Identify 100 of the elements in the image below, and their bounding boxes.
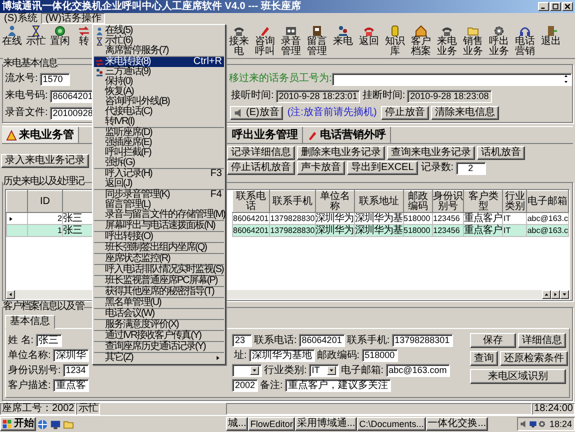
- monitor-icon[interactable]: [50, 418, 61, 430]
- input-field[interactable]: 深圳华为基地: [248, 349, 315, 362]
- monitor-icon[interactable]: [529, 420, 538, 428]
- menu-item[interactable]: 班长监视普通座席PC屏幕(P): [94, 276, 224, 286]
- menu-item[interactable]: 代接电话(C): [94, 107, 224, 117]
- column-header[interactable]: 行业类别: [502, 190, 527, 212]
- taskbar-button[interactable]: C:\Documents...: [357, 417, 426, 431]
- scroll-down-button[interactable]: [560, 290, 569, 299]
- button[interactable]: 来电区域识别: [470, 369, 566, 384]
- column-header[interactable]: 电子邮箱: [526, 190, 568, 212]
- column-header[interactable]: 单位名称: [315, 190, 354, 212]
- menu-item[interactable]: 获得其他座席的秘密指导(T): [94, 287, 224, 297]
- menu-item[interactable]: 通过IVR接收客户传真(Y): [94, 331, 224, 341]
- dropdown-field[interactable]: IT: [308, 364, 339, 377]
- menu-item[interactable]: 呼叫拦截(F): [94, 148, 224, 158]
- tab[interactable]: 电话营销外呼: [303, 127, 391, 143]
- menu-item[interactable]: 屏幕呼出与电话速拨面板(N): [94, 221, 224, 231]
- taskbar-button[interactable]: 采用博域通...: [294, 417, 358, 431]
- gear-icon[interactable]: [538, 420, 546, 428]
- input-field[interactable]: 1234: [62, 364, 89, 377]
- menu-item[interactable]: 黑名单管理(U): [94, 298, 224, 308]
- column-header[interactable]: 邮政编码: [403, 190, 433, 212]
- toolbar-button[interactable]: 记录详细信息: [227, 146, 295, 160]
- taskbar-button[interactable]: 城...: [226, 417, 248, 431]
- menu-item[interactable]: 转IVR(I): [94, 117, 224, 127]
- button[interactable]: 查询: [470, 351, 498, 366]
- column-header[interactable]: 联系地址: [354, 190, 403, 212]
- toolbar-button[interactable]: 来电: [331, 25, 355, 47]
- globe-icon[interactable]: [37, 418, 48, 430]
- button[interactable]: 保存: [470, 333, 516, 348]
- close-button[interactable]: [562, 2, 573, 11]
- menu-item[interactable]: 查询座席历史通话记录(Y): [94, 342, 224, 352]
- menu-item[interactable]: 咨询呼叫外线(B): [94, 97, 224, 107]
- toolbar-button[interactable]: 电话营销: [513, 25, 537, 57]
- tab[interactable]: 呼出业务管理: [228, 127, 303, 143]
- button[interactable]: 详细信息: [518, 333, 566, 348]
- menu-item[interactable]: 监听座席(D): [94, 128, 224, 138]
- input-field[interactable]: abc@163.com: [386, 364, 450, 377]
- menu-item[interactable]: 强拆(G): [94, 158, 224, 168]
- menu-item[interactable]: (S)系统: [0, 13, 42, 24]
- input-field[interactable]: 2: [456, 162, 486, 174]
- input-field[interactable]: 重点客户，建议多关注: [284, 379, 391, 392]
- dropdown-button[interactable]: [326, 366, 336, 375]
- menu-item[interactable]: 留言管理(L): [94, 200, 224, 210]
- menu-item[interactable]: 呼入记录(H) F3: [94, 169, 224, 179]
- speaker-icon[interactable]: [520, 420, 528, 428]
- toolbar-button[interactable]: 留言管理: [305, 25, 329, 57]
- tab[interactable]: 基本信息: [5, 315, 55, 329]
- taskbar-button[interactable]: 一体化交换...: [426, 417, 488, 431]
- menu-item[interactable]: 同步录音管理(K) F4: [94, 190, 224, 200]
- toolbar-button[interactable]: 录音管理: [279, 25, 303, 57]
- toolbar-button[interactable]: 客户档案: [409, 25, 433, 57]
- toolbar-button[interactable]: 停止话机放音: [227, 161, 295, 175]
- menu-item[interactable]: (W)话务操作: [41, 13, 106, 24]
- menu-item[interactable]: 强插座席(E): [94, 138, 224, 148]
- start-button[interactable]: 开始: [0, 417, 36, 431]
- column-header[interactable]: 身份识别号: [432, 190, 464, 212]
- toolbar-button[interactable]: 置闲: [49, 25, 71, 47]
- toolbar-button[interactable]: 声卡放音: [297, 161, 345, 175]
- taskbar-button[interactable]: FlowEditor: [248, 417, 295, 431]
- menu-item[interactable]: 保持(0): [94, 77, 224, 87]
- input-field[interactable]: 2010-9-28 18:23:08: [407, 90, 492, 102]
- toolbar-button[interactable]: 销售业务: [461, 25, 485, 57]
- memo-field[interactable]: [332, 72, 572, 86]
- input-field[interactable]: 13798288301: [392, 334, 453, 347]
- scroll-up-button[interactable]: [542, 290, 551, 299]
- button[interactable]: 还原检索条件: [500, 351, 568, 366]
- dropdown-field[interactable]: [232, 364, 262, 377]
- menu-item[interactable]: 离席暂停服务(7): [94, 46, 224, 56]
- maximize-button[interactable]: [550, 2, 561, 11]
- toolbar-button[interactable]: 在线: [1, 25, 23, 47]
- toolbar-button[interactable]: 话机放音: [477, 146, 525, 160]
- toolbar-button[interactable]: 示忙: [25, 25, 47, 47]
- input-field[interactable]: 1570: [40, 72, 70, 86]
- menu-item[interactable]: 其它(Z): [94, 353, 224, 363]
- menu-item[interactable]: 呼入电话排队情况实时监视(S): [94, 265, 224, 275]
- toolbar-button[interactable]: 呼出业务: [487, 25, 511, 57]
- menu-item[interactable]: 恢复(A): [94, 87, 224, 97]
- menu-item[interactable]: 在线(5): [94, 26, 224, 36]
- input-field[interactable]: 2002: [232, 379, 258, 392]
- menu-item[interactable]: 服务满意度评价(X): [94, 320, 224, 330]
- menu-item[interactable]: 呼出转接(O): [94, 232, 224, 242]
- toolbar-button[interactable]: 接来电: [227, 25, 251, 57]
- tab[interactable]: 来电业务管: [2, 127, 79, 143]
- stop-button[interactable]: 停止放音: [380, 106, 429, 120]
- clear-button[interactable]: 清除来电信息: [430, 106, 499, 120]
- toolbar-button[interactable]: 录入来电业务记录: [1, 154, 89, 168]
- toolbar-button[interactable]: 退出: [539, 25, 563, 47]
- input-field[interactable]: 2010-9-28 18:23:01: [276, 90, 360, 102]
- dropdown-button[interactable]: [250, 366, 259, 375]
- column-header[interactable]: 联系电话: [232, 190, 270, 212]
- input-field[interactable]: 重点客: [52, 379, 89, 392]
- toolbar-button[interactable]: 删除来电业务记录: [297, 146, 385, 160]
- menu-item[interactable]: 返回(J): [94, 179, 224, 189]
- menu-item[interactable]: 电话会议(W): [94, 309, 224, 319]
- toolbar-button[interactable]: 导出到EXCEL: [347, 161, 418, 175]
- input-field[interactable]: 张三: [36, 334, 62, 347]
- menu-item[interactable]: 来电转接(8) Ctrl+R: [94, 57, 224, 67]
- input-field[interactable]: 23: [232, 334, 252, 347]
- menu-item[interactable]: 三方通话(9): [94, 67, 224, 77]
